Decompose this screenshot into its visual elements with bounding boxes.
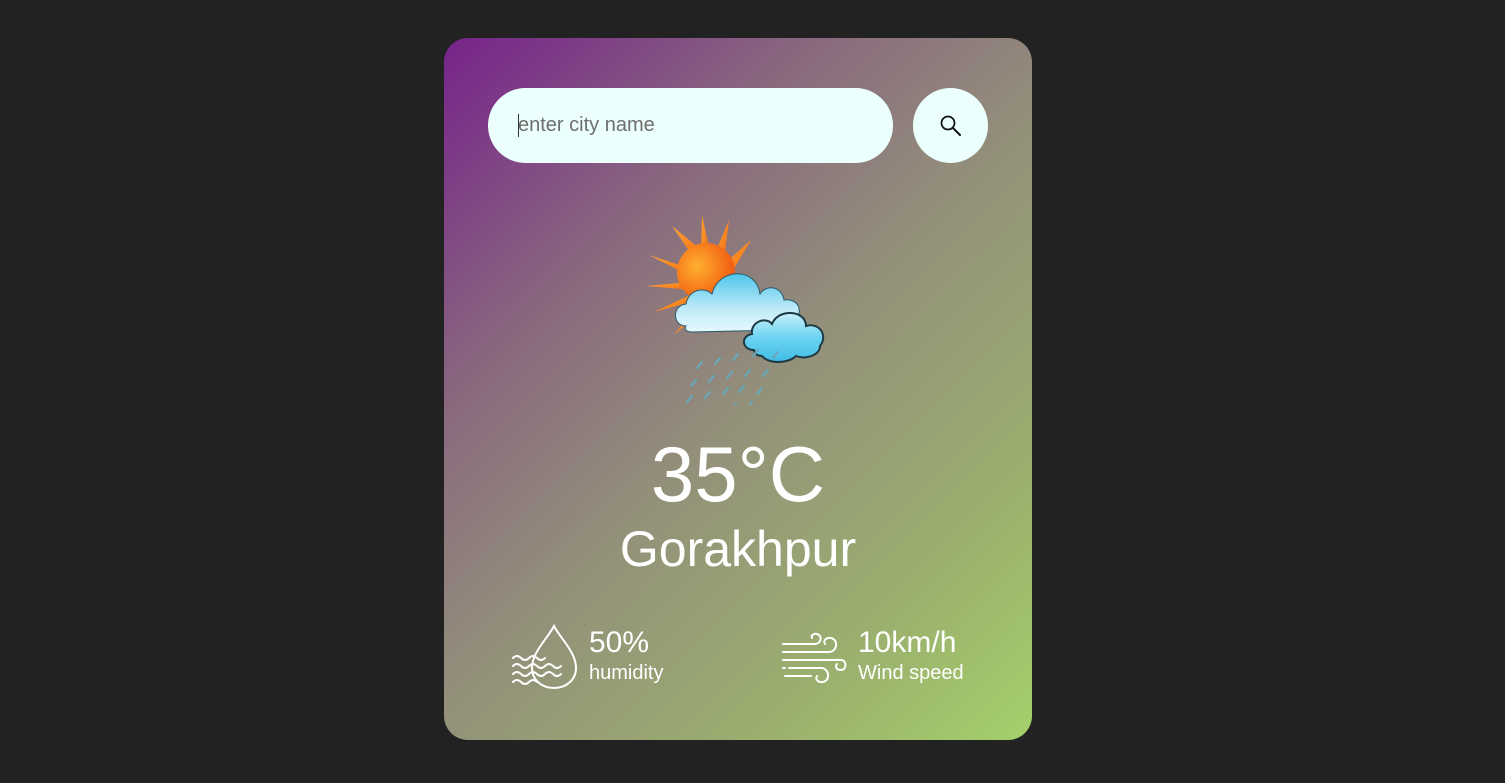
city-name: Gorakhpur xyxy=(619,521,857,577)
humidity-label: humidity xyxy=(589,662,664,684)
temperature: 35°C xyxy=(650,430,826,518)
search-icon xyxy=(940,115,961,136)
weather-card: 35°C Gorakhpur 50% humidity 10 xyxy=(444,38,1032,740)
search-button[interactable] xyxy=(913,88,988,163)
wind-speed-label: Wind speed xyxy=(858,662,964,684)
text-cursor xyxy=(518,114,519,137)
wind-icon xyxy=(782,632,847,684)
humidity-value: 50% xyxy=(589,626,650,659)
wind-speed-value: 10km/h xyxy=(858,626,957,659)
humidity-icon xyxy=(512,624,578,690)
search-bar xyxy=(488,88,988,163)
city-search-input[interactable] xyxy=(488,88,893,163)
sun-cloud-rain-icon xyxy=(646,215,825,405)
